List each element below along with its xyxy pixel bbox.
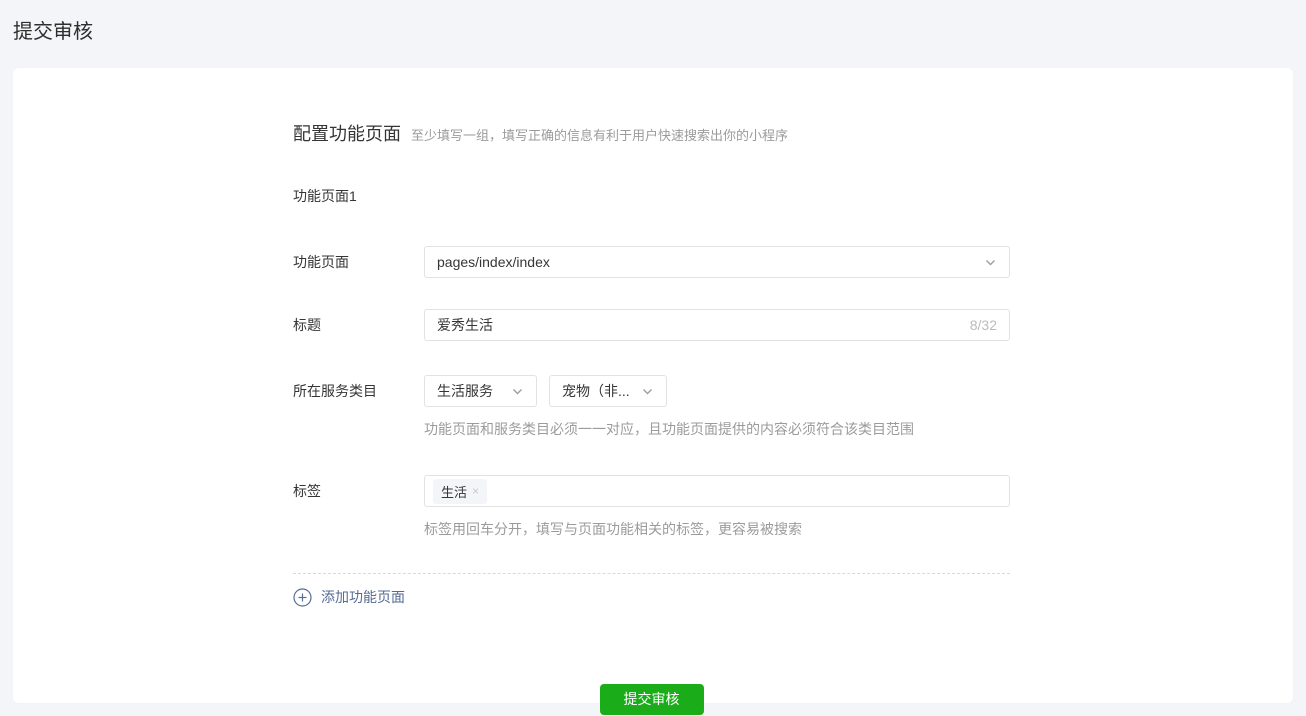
title-input-wrapper: 8/32 bbox=[424, 309, 1010, 341]
title-label: 标题 bbox=[293, 317, 321, 333]
page-header: 提交审核 bbox=[0, 0, 1306, 68]
category-label: 所在服务类目 bbox=[293, 383, 377, 399]
tags-input-box[interactable]: 生活 × bbox=[424, 475, 1010, 507]
tag-remove-icon[interactable]: × bbox=[472, 484, 479, 498]
chevron-down-icon bbox=[511, 385, 524, 398]
category-primary-select[interactable]: 生活服务 bbox=[424, 375, 537, 407]
page-path-value: pages/index/index bbox=[437, 254, 550, 270]
title-input[interactable] bbox=[437, 317, 960, 333]
tags-row: 标签 生活 × 标签用回车分开，填写与页面功能相关的标签，更容易被搜索 bbox=[293, 475, 1010, 539]
category-helper-text: 功能页面和服务类目必须一一对应，且功能页面提供的内容必须符合该类目范围 bbox=[424, 421, 914, 437]
submit-review-button[interactable]: 提交审核 bbox=[599, 683, 704, 715]
section-subtitle: 至少填写一组，填写正确的信息有利于用户快速搜索出你的小程序 bbox=[411, 128, 789, 143]
submit-area: 提交审核 bbox=[293, 683, 1010, 715]
page-title: 提交审核 bbox=[13, 21, 93, 43]
category-secondary-select[interactable]: 宠物（非... bbox=[549, 375, 667, 407]
title-row: 标题 8/32 bbox=[293, 309, 1010, 341]
submit-review-card: 配置功能页面 至少填写一组，填写正确的信息有利于用户快速搜索出你的小程序 功能页… bbox=[13, 68, 1293, 715]
add-function-page-label: 添加功能页面 bbox=[321, 589, 405, 605]
title-char-counter: 8/32 bbox=[969, 317, 997, 333]
section-header: 配置功能页面 至少填写一组，填写正确的信息有利于用户快速搜索出你的小程序 bbox=[293, 120, 1010, 146]
tags-label: 标签 bbox=[293, 483, 321, 499]
section-divider bbox=[293, 573, 1010, 574]
tag-chip: 生活 × bbox=[433, 478, 488, 504]
chevron-down-icon bbox=[984, 256, 997, 269]
page-path-row: 功能页面 pages/index/index bbox=[293, 246, 1010, 278]
add-function-page-button[interactable]: 添加功能页面 bbox=[293, 587, 405, 607]
section-title: 配置功能页面 bbox=[293, 124, 401, 144]
category-primary-value: 生活服务 bbox=[437, 383, 493, 399]
category-row: 所在服务类目 生活服务 宠物（非... 功能页面和服务类目必须一一对应，且功能页… bbox=[293, 375, 1010, 439]
page-path-select[interactable]: pages/index/index bbox=[424, 246, 1010, 278]
page-path-label: 功能页面 bbox=[293, 254, 349, 270]
tag-chip-text: 生活 bbox=[441, 484, 468, 500]
chevron-down-icon bbox=[641, 385, 654, 398]
category-secondary-value: 宠物（非... bbox=[562, 383, 630, 399]
plus-circle-icon bbox=[293, 587, 312, 607]
function-page-group-title: 功能页面1 bbox=[293, 188, 357, 204]
tags-helper-text: 标签用回车分开，填写与页面功能相关的标签，更容易被搜索 bbox=[424, 521, 802, 537]
